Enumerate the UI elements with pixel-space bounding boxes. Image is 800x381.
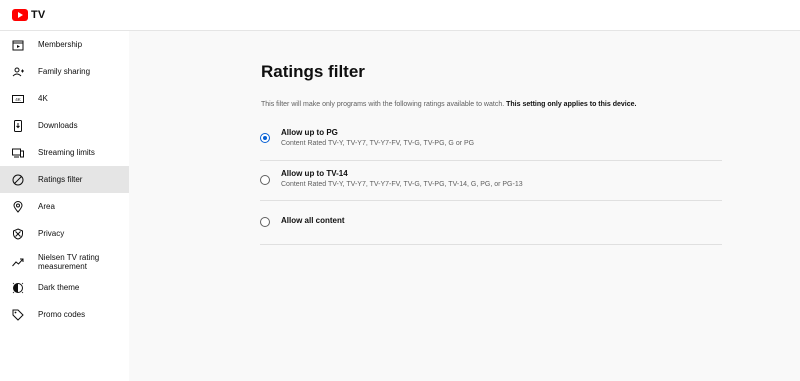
dark-theme-icon bbox=[11, 281, 25, 295]
sidebar-item-promo-codes[interactable]: Promo codes bbox=[0, 301, 129, 328]
radio-button-checked[interactable] bbox=[260, 133, 270, 143]
radio-button[interactable] bbox=[260, 175, 270, 185]
sidebar-item-family-sharing[interactable]: Family sharing bbox=[0, 58, 129, 85]
svg-text:4K: 4K bbox=[15, 97, 21, 102]
tag-icon bbox=[11, 308, 25, 322]
shield-icon bbox=[11, 227, 25, 241]
option-allow-up-to-tv-14[interactable]: Allow up to TV-14 Content Rated TV-Y, TV… bbox=[260, 168, 722, 196]
sidebar-item-4k[interactable]: 4K 4K bbox=[0, 85, 129, 112]
youtube-play-icon bbox=[12, 9, 28, 21]
option-title: Allow up to PG bbox=[281, 128, 338, 137]
sidebar-item-label: Ratings filter bbox=[38, 175, 83, 184]
sidebar-item-ratings-filter[interactable]: Ratings filter bbox=[0, 166, 129, 193]
radio-button[interactable] bbox=[260, 217, 270, 227]
sidebar-item-nielsen-rating[interactable]: Nielsen TV rating measurement bbox=[0, 247, 129, 277]
description-bold-text: This setting only applies to this device… bbox=[506, 101, 637, 108]
sidebar-item-label: Membership bbox=[38, 40, 83, 49]
page-title: Ratings filter bbox=[261, 62, 365, 81]
sidebar-item-label: Dark theme bbox=[38, 283, 80, 292]
family-icon bbox=[11, 65, 25, 79]
membership-icon bbox=[11, 38, 25, 52]
sidebar-item-privacy[interactable]: Privacy bbox=[0, 220, 129, 247]
option-allow-up-to-pg[interactable]: Allow up to PG Content Rated TV-Y, TV-Y7… bbox=[260, 127, 722, 155]
option-subtitle: Content Rated TV-Y, TV-Y7, TV-Y7-FV, TV-… bbox=[281, 181, 523, 188]
divider bbox=[260, 244, 722, 245]
sidebar-item-label: Family sharing bbox=[38, 67, 91, 76]
sidebar-item-label: Nielsen TV rating measurement bbox=[38, 253, 100, 271]
sidebar-item-label: Downloads bbox=[38, 121, 78, 130]
option-title: Allow all content bbox=[281, 216, 345, 225]
sidebar-item-label: Promo codes bbox=[38, 310, 86, 319]
ratings-filter-panel: Ratings filter This filter will make onl… bbox=[129, 31, 800, 381]
downloads-icon bbox=[11, 119, 25, 133]
location-pin-icon bbox=[11, 200, 25, 214]
page-description: This filter will make only programs with… bbox=[261, 101, 636, 108]
sidebar-item-dark-theme[interactable]: Dark theme bbox=[0, 274, 129, 301]
sidebar-item-label: 4K bbox=[38, 94, 48, 103]
trend-icon bbox=[11, 255, 25, 269]
description-text: This filter will make only programs with… bbox=[261, 101, 505, 108]
divider bbox=[260, 160, 722, 161]
devices-icon bbox=[11, 146, 25, 160]
top-bar: TV bbox=[0, 0, 800, 31]
sidebar-item-label: Privacy bbox=[38, 229, 65, 238]
sidebar-item-label: Streaming limits bbox=[38, 148, 95, 157]
sidebar-item-area[interactable]: Area bbox=[0, 193, 129, 220]
logo-text: TV bbox=[31, 9, 46, 21]
sidebar-item-downloads[interactable]: Downloads bbox=[0, 112, 129, 139]
option-allow-all-content[interactable]: Allow all content bbox=[260, 214, 722, 230]
sidebar-item-streaming-limits[interactable]: Streaming limits bbox=[0, 139, 129, 166]
option-title: Allow up to TV-14 bbox=[281, 169, 348, 178]
4k-icon: 4K bbox=[11, 92, 25, 106]
youtube-tv-logo[interactable]: TV bbox=[12, 9, 45, 21]
divider bbox=[260, 200, 722, 201]
ratings-filter-icon bbox=[11, 173, 25, 187]
settings-sidebar: Membership Family sharing 4K 4K Download… bbox=[0, 31, 129, 381]
option-subtitle: Content Rated TV-Y, TV-Y7, TV-Y7-FV, TV-… bbox=[281, 140, 475, 147]
sidebar-item-label: Area bbox=[38, 202, 55, 211]
sidebar-item-membership[interactable]: Membership bbox=[0, 31, 129, 58]
